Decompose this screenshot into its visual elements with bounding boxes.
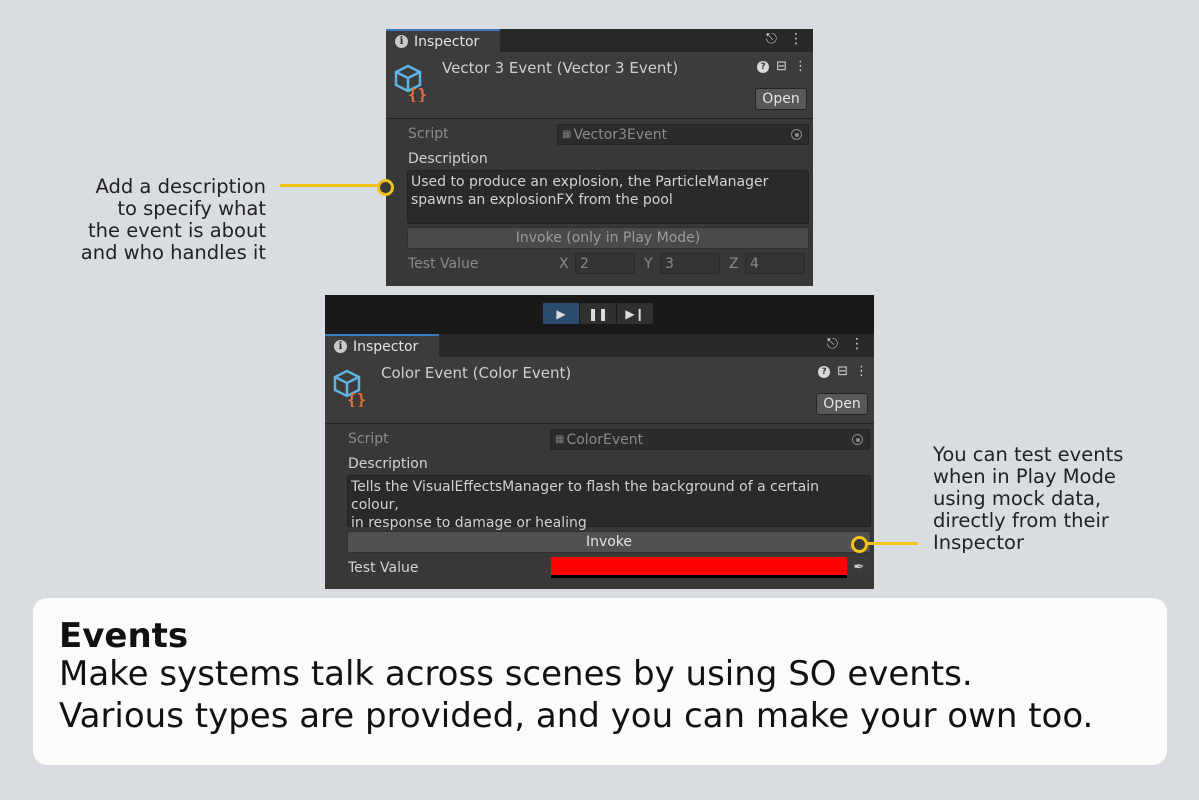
svg-text:{}: {} [347, 390, 366, 407]
annotation-line: You can test events [933, 443, 1124, 466]
annotation-line: when in Play Mode [933, 465, 1116, 488]
script-file-icon: ▦ [562, 129, 572, 140]
script-field[interactable]: ▦ ColorEvent [550, 429, 870, 450]
kebab-menu-icon[interactable]: ⋮ [789, 31, 803, 47]
y-value-field[interactable]: 3 [660, 253, 720, 274]
description-line: Tells the VisualEffectsManager to flash … [351, 479, 820, 513]
lock-icon[interactable]: ⎋ [827, 336, 838, 352]
inspector-panel-color: ▶ ❚❚ ▶❙ i Inspector ⎋ ⋮ {} Color Event (… [325, 295, 874, 589]
open-button[interactable]: Open [755, 88, 807, 110]
asset-title: Color Event (Color Event) [381, 364, 572, 382]
lock-icon[interactable]: ⎋ [766, 31, 777, 47]
caption-line-2: Various types are provided, and you can … [59, 696, 1094, 736]
y-value: 3 [665, 255, 674, 272]
description-textarea[interactable]: Used to produce an explosion, the Partic… [407, 170, 809, 224]
scriptable-object-icon: {} [394, 64, 427, 102]
x-value: 2 [580, 255, 589, 272]
y-axis-label: Y [644, 256, 653, 272]
annotation-connector-left [280, 184, 380, 187]
description-line: in response to damage or healing [351, 515, 587, 531]
description-textarea[interactable]: Tells the VisualEffectsManager to flash … [347, 475, 871, 531]
settings-sliders-icon[interactable]: ⊟ [776, 59, 787, 74]
annotation-left: Add a description to specify what the ev… [81, 176, 266, 264]
x-axis-label: X [559, 256, 569, 272]
script-label: Script [408, 126, 449, 142]
eyedropper-icon[interactable]: ✒ [848, 556, 870, 578]
description-line: spawns an explosionFX from the pool [411, 192, 673, 208]
annotation-dot-right [851, 536, 868, 553]
caption-line-1: Make systems talk across scenes by using… [59, 654, 973, 694]
description-line: Used to produce an explosion, the Partic… [411, 174, 769, 190]
annotation-line: to specify what [117, 197, 266, 220]
annotation-connector-right [862, 542, 918, 545]
annotation-dot-left [377, 179, 394, 196]
asset-header: {} Color Event (Color Event) ? ⊟ ⋮ Open [325, 357, 874, 424]
annotation-right: You can test events when in Play Mode us… [933, 444, 1123, 554]
play-toolbar: ▶ ❚❚ ▶❙ [325, 295, 874, 334]
test-value-label: Test Value [408, 256, 479, 272]
help-icon[interactable]: ? [757, 60, 770, 73]
open-button[interactable]: Open [816, 393, 868, 415]
script-field[interactable]: ▦ Vector3Event [557, 124, 809, 145]
object-picker-icon[interactable] [852, 434, 863, 445]
help-icon[interactable]: ? [818, 365, 831, 378]
kebab-menu-icon[interactable]: ⋮ [794, 59, 807, 74]
z-value: 4 [750, 255, 759, 272]
asset-header: {} Vector 3 Event (Vector 3 Event) ? ⊟ ⋮… [386, 52, 813, 119]
invoke-button[interactable]: Invoke [347, 531, 871, 553]
script-value: ColorEvent [566, 431, 644, 448]
kebab-menu-icon[interactable]: ⋮ [850, 336, 864, 352]
annotation-line: and who handles it [80, 241, 266, 264]
script-value: Vector3Event [573, 126, 668, 143]
script-file-icon: ▦ [555, 434, 565, 445]
test-value-label: Test Value [348, 560, 419, 576]
asset-title: Vector 3 Event (Vector 3 Event) [442, 59, 679, 77]
caption-card: Events Make systems talk across scenes b… [33, 598, 1167, 765]
annotation-line: using mock data, [933, 487, 1102, 510]
info-icon: i [334, 340, 347, 353]
description-label: Description [348, 456, 428, 472]
tab-label: Inspector [414, 33, 480, 50]
x-value-field[interactable]: 2 [575, 253, 635, 274]
settings-sliders-icon[interactable]: ⊟ [837, 364, 848, 379]
caption-title: Events [59, 616, 189, 656]
invoke-button[interactable]: Invoke (only in Play Mode) [407, 227, 809, 249]
annotation-line: directly from their [933, 509, 1109, 532]
play-button[interactable]: ▶ [543, 303, 579, 324]
color-field[interactable] [551, 557, 847, 578]
tab-inspector[interactable]: i Inspector [386, 29, 500, 52]
z-axis-label: Z [729, 256, 739, 272]
annotation-line: Inspector [933, 531, 1024, 554]
object-picker-icon[interactable] [791, 129, 802, 140]
svg-text:{}: {} [408, 85, 427, 102]
info-icon: i [395, 35, 408, 48]
tab-inspector[interactable]: i Inspector [325, 334, 439, 357]
annotation-line: the event is about [88, 219, 266, 242]
scriptable-object-icon: {} [333, 369, 366, 407]
tab-bar: i Inspector ⎋ ⋮ [386, 29, 813, 52]
z-value-field[interactable]: 4 [745, 253, 805, 274]
tab-label: Inspector [353, 338, 419, 355]
script-label: Script [348, 431, 389, 447]
annotation-line: Add a description [95, 175, 266, 198]
kebab-menu-icon[interactable]: ⋮ [855, 364, 868, 379]
step-button[interactable]: ▶❙ [617, 303, 653, 324]
tab-bar: i Inspector ⎋ ⋮ [325, 334, 874, 357]
inspector-panel-vector3: i Inspector ⎋ ⋮ {} Vector 3 Event (Vecto… [386, 29, 813, 286]
pause-button[interactable]: ❚❚ [580, 303, 616, 324]
description-label: Description [408, 151, 488, 167]
